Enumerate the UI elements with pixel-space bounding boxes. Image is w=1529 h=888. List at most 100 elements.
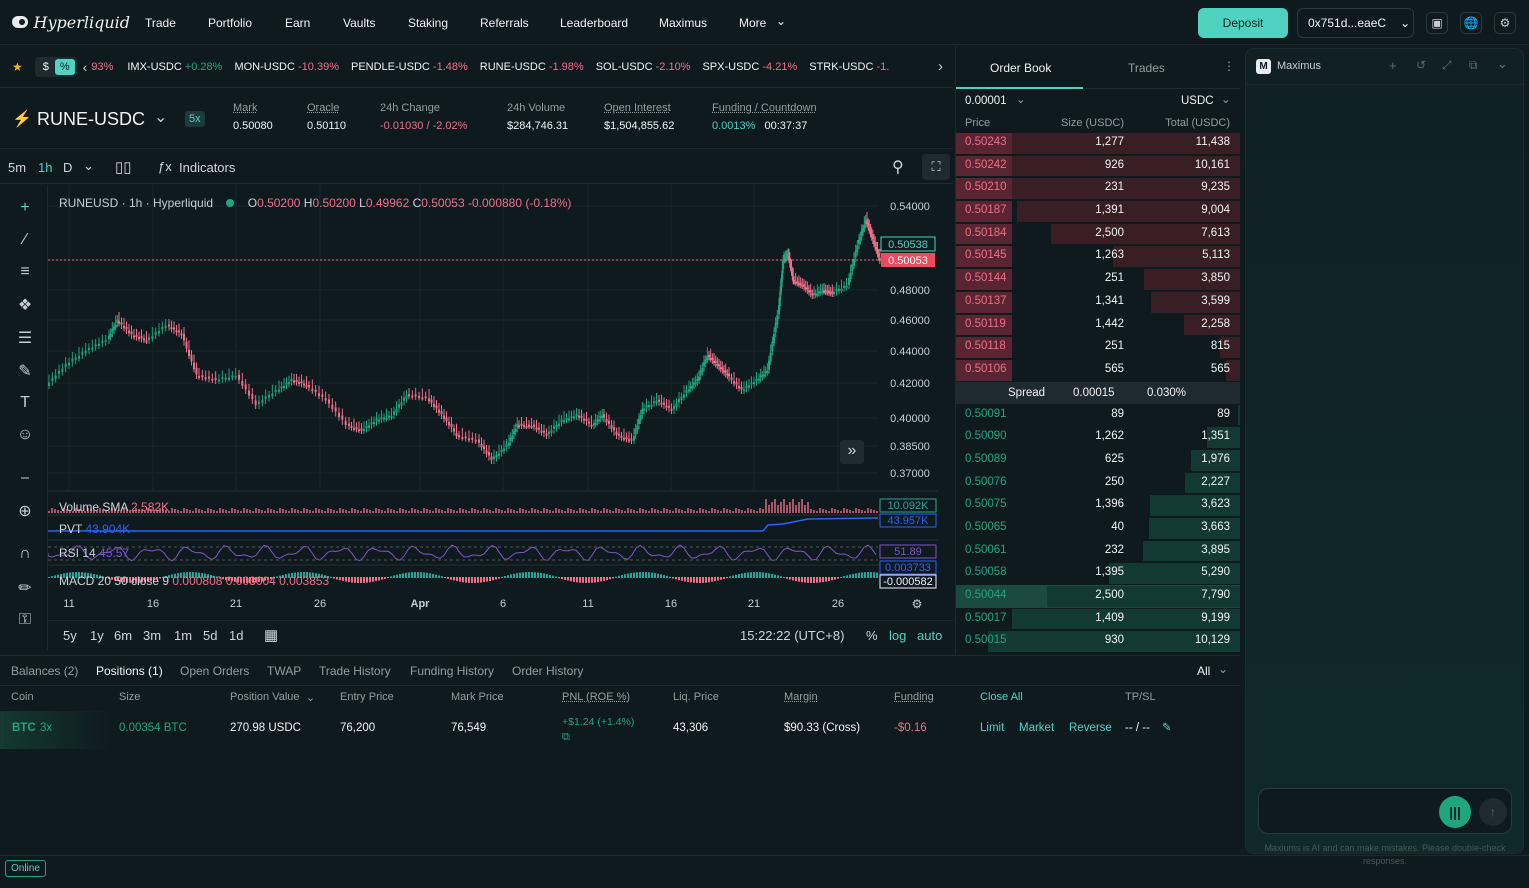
table-row[interactable]: BTC 3x 0.00354 BTC 270.98 USDC 76,200 76… <box>0 711 1240 749</box>
auto-scale-button[interactable]: auto <box>917 628 942 643</box>
ticker-item[interactable]: IMX-USDC +0.28% <box>127 61 222 73</box>
horizontal-lines-icon[interactable]: ≡ <box>14 263 36 285</box>
range-1y[interactable]: 1y <box>90 628 104 643</box>
ticker-item[interactable]: SPX-USDC -4.21% <box>702 61 797 73</box>
pair-selector[interactable]: RUNE-USDC <box>37 109 145 130</box>
wallet-address-button[interactable]: 0x751d...eaeC ⌄ <box>1297 8 1414 38</box>
bid-row[interactable]: 0.50065 40 3,663 <box>956 517 1240 540</box>
bid-row[interactable]: 0.50076 250 2,227 <box>956 472 1240 495</box>
bid-row[interactable]: 0.50058 1,395 5,290 <box>956 562 1240 585</box>
tab-funding-history[interactable]: Funding History <box>410 664 494 678</box>
chevron-down-icon[interactable]: ⌄ <box>154 107 167 127</box>
candle-type-icon[interactable]: ▯▯ <box>115 158 132 176</box>
bid-row[interactable]: 0.50015 930 10,129 <box>956 630 1240 653</box>
deposit-button[interactable]: Deposit <box>1198 8 1288 38</box>
app-logo[interactable]: Hyperliquid <box>12 13 130 32</box>
nav-vaults[interactable]: Vaults <box>343 16 375 30</box>
ticker-item[interactable]: MON-USDC -10.39% <box>234 61 339 73</box>
range-5d[interactable]: 5d <box>203 628 217 643</box>
tick-size-select[interactable]: 0.00001 <box>965 95 1007 107</box>
ticker-item[interactable]: 93% <box>91 61 113 73</box>
ask-row[interactable]: 0.50106 565 565 <box>956 359 1240 382</box>
reverse-button[interactable]: Reverse <box>1069 722 1112 734</box>
tab-trade-history[interactable]: Trade History <box>319 664 391 678</box>
ruler-icon[interactable]: ⎯ <box>14 469 36 491</box>
ask-row[interactable]: 0.50187 1,391 9,004 <box>956 200 1240 223</box>
chevron-down-icon[interactable]: ⌄ <box>1497 56 1508 72</box>
settings-gear-icon[interactable]: ⚙ <box>912 597 923 611</box>
plus-icon[interactable]: + <box>1389 58 1397 73</box>
ask-row[interactable]: 0.50137 1,341 3,599 <box>956 291 1240 314</box>
bid-row[interactable]: 0.50089 625 1,976 <box>956 449 1240 472</box>
tab-order-book[interactable]: Order Book <box>990 61 1051 75</box>
crosshair-icon[interactable]: + <box>14 199 36 221</box>
ask-row[interactable]: 0.50145 1,263 5,113 <box>956 245 1240 268</box>
history-icon[interactable]: ↺ <box>1416 58 1426 72</box>
clock-text[interactable]: 15:22:22 (UTC+8) <box>740 628 844 643</box>
pattern-icon[interactable]: ❖ <box>14 295 36 317</box>
bid-row[interactable]: 0.50061 232 3,895 <box>956 540 1240 563</box>
chevron-down-icon[interactable]: ⌄ <box>1016 92 1026 106</box>
bid-row[interactable]: 0.50090 1,262 1,351 <box>956 426 1240 449</box>
market-close-button[interactable]: Market <box>1019 722 1054 734</box>
nav-leaderboard[interactable]: Leaderboard <box>560 16 628 30</box>
zoom-search-icon[interactable]: ⚲ <box>892 157 904 177</box>
ask-row[interactable]: 0.50118 251 815 <box>956 336 1240 359</box>
nav-earn[interactable]: Earn <box>285 16 310 30</box>
gear-icon[interactable]: ⚙ <box>1494 12 1516 34</box>
popout-icon[interactable]: ⧉ <box>1469 58 1478 73</box>
ticker-item[interactable]: PENDLE-USDC -1.48% <box>351 61 468 73</box>
chevron-left-icon[interactable]: ‹ <box>83 59 88 75</box>
ticker-item[interactable]: STRK-USDC -1. <box>809 61 889 73</box>
margin-cell[interactable]: $90.33 (Cross) <box>784 722 860 734</box>
pencil-lock-icon[interactable]: ✏ <box>14 578 36 600</box>
ask-row[interactable]: 0.50144 251 3,850 <box>956 268 1240 291</box>
tab-open-orders[interactable]: Open Orders <box>180 664 249 678</box>
tab-positions[interactable]: Positions (1) <box>96 664 163 678</box>
share-icon[interactable]: ⧉ <box>562 731 570 744</box>
nav-more[interactable]: More <box>739 16 766 30</box>
bid-row[interactable]: 0.50017 1,409 9,199 <box>956 608 1240 631</box>
ask-row[interactable]: 0.50119 1,442 2,258 <box>956 314 1240 337</box>
fib-icon[interactable]: ☰ <box>14 328 36 350</box>
range-3m[interactable]: 3m <box>143 628 161 643</box>
expand-icon[interactable]: ⤢ <box>1442 58 1452 73</box>
ticker-item[interactable]: RUNE-USDC -1.98% <box>480 61 584 73</box>
price-chart[interactable]: 0.540000.500000.480000.460000.440000.420… <box>47 185 953 625</box>
coin-cell[interactable]: BTC <box>12 722 36 734</box>
unit-select[interactable]: USDC <box>1181 95 1214 107</box>
tab-twap[interactable]: TWAP <box>267 664 301 678</box>
ask-row[interactable]: 0.50243 1,277 11,438 <box>956 132 1240 155</box>
fullscreen-icon[interactable]: ⛶ <box>922 154 950 180</box>
emoji-icon[interactable]: ☺ <box>14 426 36 448</box>
trendline-icon[interactable]: ∕ <box>14 231 36 253</box>
limit-close-button[interactable]: Limit <box>980 722 1004 734</box>
nav-referrals[interactable]: Referrals <box>480 16 529 30</box>
percent-scale-button[interactable]: % <box>866 628 878 643</box>
send-arrow-icon[interactable]: ↑ <box>1479 798 1507 826</box>
tab-trades[interactable]: Trades <box>1128 61 1165 75</box>
nav-staking[interactable]: Staking <box>408 16 448 30</box>
star-icon[interactable]: ★ <box>12 60 23 74</box>
leverage-badge[interactable]: 5x <box>185 111 205 127</box>
ask-row[interactable]: 0.50210 231 9,235 <box>956 177 1240 200</box>
indicators-icon[interactable]: ƒx <box>158 159 172 174</box>
chevron-right-icon[interactable]: › <box>934 58 947 75</box>
nav-portfolio[interactable]: Portfolio <box>208 16 252 30</box>
scroll-right-icon[interactable]: » <box>840 440 864 464</box>
close-all-button[interactable]: Close All <box>980 691 1023 703</box>
ask-row[interactable]: 0.50184 2,500 7,613 <box>956 223 1240 246</box>
nav-maximus[interactable]: Maximus <box>659 16 707 30</box>
percent-toggle[interactable]: % <box>54 58 75 75</box>
range-1d[interactable]: 1d <box>229 628 243 643</box>
filter-select[interactable]: All <box>1197 664 1210 678</box>
bid-row[interactable]: 0.50091 89 89 <box>956 404 1240 427</box>
maximus-chat-input[interactable]: ||| ↑ <box>1258 788 1512 834</box>
bid-row[interactable]: 0.50044 2,500 7,790 <box>956 585 1240 608</box>
brush-icon[interactable]: ✎ <box>14 361 36 383</box>
interval-1h[interactable]: 1h <box>38 160 52 175</box>
bid-row[interactable]: 0.50075 1,396 3,623 <box>956 494 1240 517</box>
pencil-icon[interactable]: ✎ <box>1162 720 1172 734</box>
chevron-down-icon[interactable]: ⌄ <box>1221 92 1231 106</box>
voice-icon[interactable]: ||| <box>1439 796 1471 828</box>
